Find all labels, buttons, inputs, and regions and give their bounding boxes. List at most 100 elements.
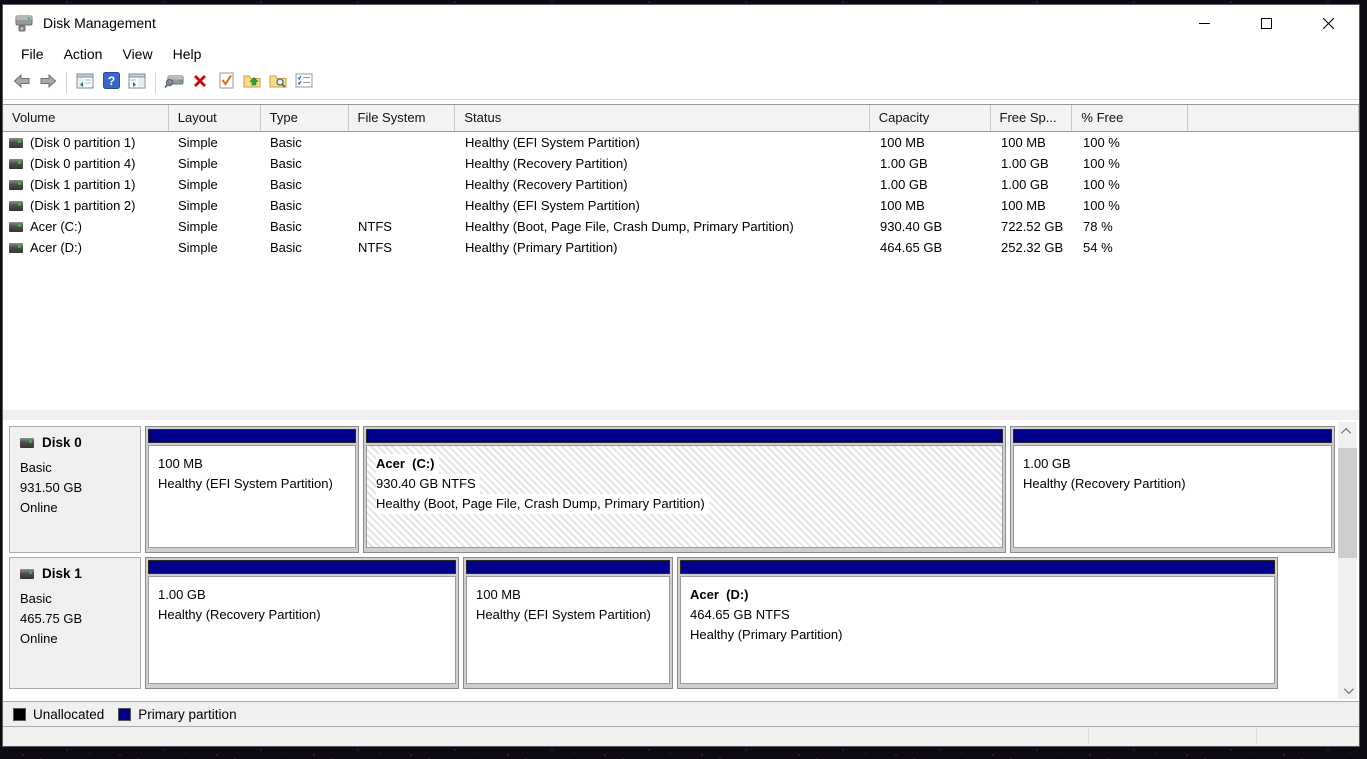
partition-color-bar bbox=[466, 560, 670, 574]
column-header-blank[interactable] bbox=[1188, 105, 1359, 131]
column-header-volume[interactable]: Volume bbox=[3, 105, 169, 131]
svg-text:?: ? bbox=[107, 74, 114, 88]
scrollbar-thumb[interactable] bbox=[1338, 448, 1357, 558]
cell-type: Basic bbox=[270, 156, 302, 171]
column-header-capacity[interactable]: Capacity bbox=[870, 105, 991, 131]
cell-status: Healthy (Primary Partition) bbox=[465, 240, 618, 255]
partition-size: 100 MB bbox=[158, 456, 203, 471]
status-bar-divider bbox=[1088, 729, 1089, 744]
column-header--free[interactable]: % Free bbox=[1072, 105, 1189, 131]
disk-status: Online bbox=[20, 500, 58, 515]
disk-graph-pane: Disk 0 Basic 931.50 GB Online 100 MB Healthy … bbox=[3, 420, 1359, 701]
help-icon: ? bbox=[102, 72, 120, 94]
column-header-layout[interactable]: Layout bbox=[169, 105, 261, 131]
column-header-type[interactable]: Type bbox=[261, 105, 349, 131]
pane-splitter[interactable] bbox=[3, 410, 1359, 420]
partition-box[interactable]: Acer (C:) 930.40 GB NTFS Healthy (Boot, Pa… bbox=[363, 426, 1006, 553]
partition-status: Healthy (Boot, Page File, Crash Dump, Pr… bbox=[376, 494, 709, 514]
rescan-drive-button[interactable] bbox=[161, 70, 187, 96]
show-action-pane-button[interactable] bbox=[124, 70, 150, 96]
forward-arrow-button[interactable] bbox=[35, 70, 61, 96]
table-row[interactable]: (Disk 0 partition 1) Simple Basic Healthy (… bbox=[3, 132, 1359, 153]
table-row[interactable]: (Disk 1 partition 1) Simple Basic Healthy (… bbox=[3, 174, 1359, 195]
menu-item-help[interactable]: Help bbox=[163, 43, 212, 65]
table-row[interactable]: (Disk 1 partition 2) Simple Basic Healthy (… bbox=[3, 195, 1359, 216]
cell-layout: Simple bbox=[178, 156, 218, 171]
cell-free: 1.00 GB bbox=[1001, 156, 1049, 171]
legend-swatch bbox=[13, 707, 26, 721]
partition-box[interactable]: 100 MB Healthy (EFI System Partition) bbox=[463, 557, 673, 689]
cell-layout: Simple bbox=[178, 135, 218, 150]
partition-color-bar bbox=[680, 560, 1275, 574]
partition-size: 100 MB bbox=[476, 587, 521, 602]
menu-item-file[interactable]: File bbox=[11, 43, 54, 65]
cell-capacity: 464.65 GB bbox=[880, 240, 943, 255]
partition-color-bar bbox=[148, 560, 456, 574]
toolbar: ? bbox=[3, 67, 1359, 100]
partition-box[interactable]: 100 MB Healthy (EFI System Partition) bbox=[145, 426, 359, 553]
disk-row-1: Disk 1 Basic 465.75 GB Online 1.00 GB Healthy… bbox=[9, 557, 1282, 689]
cell-free: 722.52 GB bbox=[1001, 219, 1064, 234]
cell-volume: (Disk 0 partition 1) bbox=[3, 135, 169, 150]
cell-volume: (Disk 1 partition 2) bbox=[3, 198, 169, 213]
partition-body: 100 MB Healthy (EFI System Partition) bbox=[466, 576, 670, 684]
partition-size: 930.40 GB NTFS bbox=[376, 474, 480, 494]
legend-item-0: Unallocated bbox=[13, 707, 104, 722]
volume-label: (Disk 0 partition 1) bbox=[30, 135, 136, 150]
partition-body: Acer (D:) 464.65 GB NTFS Healthy (Primary … bbox=[680, 576, 1275, 684]
check-document-button[interactable] bbox=[213, 70, 239, 96]
show-console-tree-button[interactable] bbox=[72, 70, 98, 96]
disk-name: Disk 1 bbox=[20, 566, 134, 581]
disk-label-0[interactable]: Disk 0 Basic 931.50 GB Online bbox=[9, 426, 141, 553]
cell-pct_free: 100 % bbox=[1083, 156, 1120, 171]
cell-layout: Simple bbox=[178, 198, 218, 213]
properties-list-button[interactable] bbox=[291, 70, 317, 96]
partition-color-bar bbox=[366, 429, 1003, 443]
column-header-free-sp-[interactable]: Free Sp... bbox=[991, 105, 1073, 131]
folder-up-icon bbox=[243, 73, 261, 94]
cell-layout: Simple bbox=[178, 177, 218, 192]
menu-item-view[interactable]: View bbox=[112, 43, 162, 65]
check-document-icon bbox=[219, 72, 234, 94]
folder-up-button[interactable] bbox=[239, 70, 265, 96]
table-row[interactable]: Acer (D:) Simple Basic NTFS Healthy (Primary… bbox=[3, 237, 1359, 258]
disk-name-text: Disk 1 bbox=[42, 566, 82, 581]
volume-drive-icon bbox=[9, 221, 23, 232]
cell-capacity: 1.00 GB bbox=[880, 177, 928, 192]
show-console-tree-icon bbox=[76, 73, 94, 94]
partition-box[interactable]: 1.00 GB Healthy (Recovery Partition) bbox=[145, 557, 459, 689]
partition-title: Acer (D:) bbox=[690, 587, 749, 602]
cell-capacity: 100 MB bbox=[880, 198, 925, 213]
minimize-button[interactable] bbox=[1173, 5, 1235, 41]
volume-label: (Disk 0 partition 4) bbox=[30, 156, 136, 171]
menu-item-action[interactable]: Action bbox=[54, 43, 113, 65]
back-arrow-icon bbox=[13, 73, 31, 94]
partition-body: 1.00 GB Healthy (Recovery Partition) bbox=[148, 576, 456, 684]
disk-label-1[interactable]: Disk 1 Basic 465.75 GB Online bbox=[9, 557, 141, 689]
chevron-up-icon bbox=[1341, 427, 1352, 438]
column-header-status[interactable]: Status bbox=[455, 105, 870, 131]
vertical-scrollbar[interactable] bbox=[1338, 422, 1357, 699]
menu-bar: File Action View Help bbox=[3, 41, 1359, 67]
window-controls bbox=[1173, 5, 1359, 41]
volume-drive-icon bbox=[9, 200, 23, 211]
partition-box[interactable]: 1.00 GB Healthy (Recovery Partition) bbox=[1010, 426, 1335, 553]
maximize-button[interactable] bbox=[1235, 5, 1297, 41]
table-row[interactable]: Acer (C:) Simple Basic NTFS Healthy (Boot, P… bbox=[3, 216, 1359, 237]
help-button[interactable]: ? bbox=[98, 70, 124, 96]
folder-search-button[interactable] bbox=[265, 70, 291, 96]
cell-volume: Acer (C:) bbox=[3, 219, 169, 234]
scroll-up-button[interactable] bbox=[1338, 422, 1357, 440]
table-row[interactable]: (Disk 0 partition 4) Simple Basic Healthy (… bbox=[3, 153, 1359, 174]
column-header-file-system[interactable]: File System bbox=[349, 105, 456, 131]
delete-volume-button[interactable] bbox=[187, 70, 213, 96]
disk-name: Disk 0 bbox=[20, 435, 134, 450]
disk-size: 931.50 GB bbox=[20, 480, 83, 495]
back-arrow-button[interactable] bbox=[9, 70, 35, 96]
disk-drive-icon bbox=[20, 568, 34, 579]
close-button[interactable] bbox=[1297, 5, 1359, 41]
partition-box[interactable]: Acer (D:) 464.65 GB NTFS Healthy (Primary … bbox=[677, 557, 1278, 689]
cell-status: Healthy (EFI System Partition) bbox=[465, 135, 640, 150]
scroll-down-button[interactable] bbox=[1338, 681, 1357, 699]
cell-capacity: 100 MB bbox=[880, 135, 925, 150]
